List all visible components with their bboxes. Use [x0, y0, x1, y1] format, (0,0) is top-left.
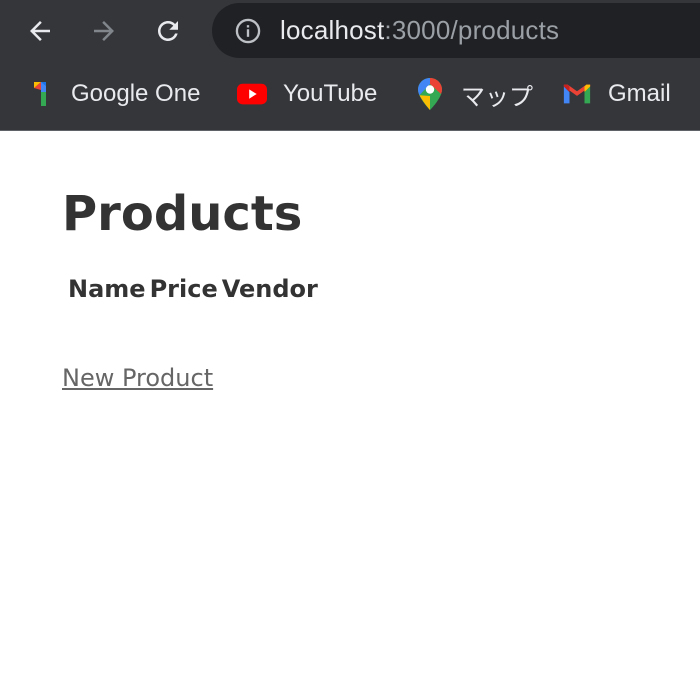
bookmark-label: マップ [461, 83, 533, 111]
arrow-right-icon [94, 21, 114, 41]
reload-icon [158, 21, 178, 41]
gmail-icon [562, 79, 592, 109]
products-table: Name Price Vendor [64, 275, 322, 303]
url-path: :3000/products [384, 15, 560, 45]
page-content: Products Name Price Vendor New Product [0, 131, 700, 684]
address-bar[interactable]: localhost:3000/products [212, 3, 700, 58]
new-product-link[interactable]: New Product [62, 364, 213, 392]
browser-toolbar: localhost:3000/products [0, 0, 700, 62]
table-header-row: Name Price Vendor [68, 275, 318, 303]
bookmark-maps[interactable]: マップ [415, 77, 533, 111]
google-one-icon [25, 79, 55, 109]
column-header-price: Price [149, 275, 218, 303]
bookmark-youtube[interactable]: YouTube [237, 77, 377, 111]
youtube-icon [237, 79, 267, 109]
back-button[interactable] [22, 13, 58, 49]
column-header-name: Name [68, 275, 146, 303]
reload-button[interactable] [150, 13, 186, 49]
browser-chrome: localhost:3000/products Google One YouTu… [0, 0, 700, 131]
bookmark-gmail[interactable]: Gmail [562, 77, 671, 111]
arrow-left-icon [30, 21, 50, 41]
page-title: Products [62, 186, 303, 242]
bookmark-label: Gmail [608, 80, 671, 107]
bookmark-google-one[interactable]: Google One [25, 77, 200, 111]
url-host: localhost [280, 15, 385, 45]
column-header-vendor: Vendor [221, 275, 318, 303]
bookmark-label: YouTube [283, 80, 378, 107]
url-text: localhost:3000/products [280, 15, 559, 46]
google-maps-icon [415, 78, 445, 110]
info-icon[interactable] [234, 17, 262, 45]
bookmark-label: Google One [71, 80, 201, 107]
forward-button[interactable] [86, 13, 122, 49]
